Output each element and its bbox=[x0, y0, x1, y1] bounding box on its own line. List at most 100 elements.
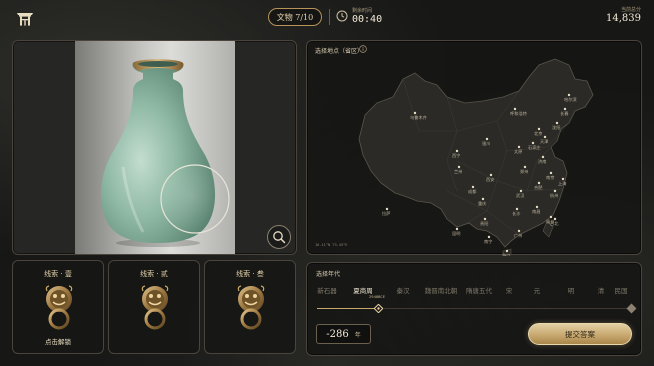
city-label: 西安 bbox=[486, 176, 494, 183]
era-option[interactable]: 秦汉 bbox=[397, 285, 410, 295]
clock-icon bbox=[336, 10, 348, 22]
city-dot[interactable] bbox=[563, 107, 567, 111]
timer-label: 剩余时间 bbox=[352, 8, 373, 14]
city-dot[interactable] bbox=[455, 227, 459, 231]
city-label: 兰州 bbox=[454, 168, 462, 174]
city-dot[interactable] bbox=[519, 189, 523, 193]
era-option[interactable]: 元 bbox=[534, 285, 541, 295]
map-coordinates: 16.11°N 73.45°E bbox=[315, 243, 348, 247]
era-selected-sub: 2940BCE bbox=[369, 294, 386, 299]
city-label: 台北 bbox=[550, 220, 559, 227]
era-slider-handle[interactable] bbox=[374, 304, 383, 313]
city-label: 石家庄 bbox=[528, 144, 541, 151]
era-timeline-labels: 新石器 夏商周 秦汉 魏晋南北朝 隋唐五代宋元明清民国 bbox=[315, 285, 635, 295]
era-option[interactable]: 魏晋南北朝 bbox=[425, 285, 458, 295]
city-label: 沈阳 bbox=[552, 124, 560, 131]
city-label: 乌鲁木齐 bbox=[410, 114, 428, 121]
city-dot[interactable] bbox=[549, 171, 553, 175]
city-label: 重庆 bbox=[478, 200, 487, 207]
city-label: 拉萨 bbox=[382, 210, 390, 217]
city-label: 广州 bbox=[514, 232, 522, 239]
city-label: 太原 bbox=[514, 148, 522, 155]
city-label: 昆明 bbox=[452, 231, 460, 237]
era-option[interactable]: 宋 bbox=[506, 285, 513, 295]
era-option[interactable]: 新石器 bbox=[317, 285, 337, 295]
lion-door-knocker-icon bbox=[140, 284, 170, 330]
celadon-vase-image bbox=[100, 59, 230, 247]
city-label: 成都 bbox=[468, 188, 477, 195]
city-dot[interactable] bbox=[543, 135, 547, 139]
city-label: 长沙 bbox=[512, 210, 521, 217]
unlock-label[interactable]: 点击解锁 bbox=[13, 336, 103, 346]
clue-title: 线索 · 壹 bbox=[44, 270, 72, 278]
city-dot[interactable] bbox=[483, 217, 487, 221]
city-dot[interactable] bbox=[485, 137, 489, 141]
header-divider bbox=[329, 9, 330, 25]
city-dot[interactable] bbox=[541, 155, 545, 159]
clue-card-3[interactable]: 线索 · 叁 bbox=[204, 260, 296, 354]
timer-value: 00:40 bbox=[352, 14, 383, 25]
city-dot[interactable] bbox=[455, 149, 459, 153]
city-label: 北京 bbox=[534, 130, 542, 137]
city-dot[interactable] bbox=[517, 145, 521, 149]
city-dot[interactable] bbox=[515, 207, 519, 211]
map-panel: 选择地点（省区） 乌鲁木齐 拉萨 西宁 兰州 银川 呼和浩特 哈尔滨 长春 沈阳 北京 天津 石家庄太… bbox=[306, 40, 643, 256]
city-dot[interactable] bbox=[413, 111, 417, 115]
city-dot[interactable] bbox=[513, 107, 517, 111]
city-dot[interactable] bbox=[537, 181, 541, 185]
city-dot[interactable] bbox=[523, 165, 527, 169]
city-dot[interactable] bbox=[531, 141, 535, 145]
era-slider-fill bbox=[317, 308, 379, 309]
city-dot[interactable] bbox=[553, 189, 557, 193]
zoom-button[interactable] bbox=[267, 225, 291, 249]
submit-answer-button[interactable]: 提交答案 bbox=[528, 323, 632, 345]
temple-gate-icon bbox=[17, 13, 33, 26]
city-dot[interactable] bbox=[553, 217, 557, 221]
era-option[interactable]: 民国 bbox=[615, 285, 628, 295]
city-label: 南宁 bbox=[484, 238, 492, 244]
era-option[interactable]: 明 bbox=[568, 285, 575, 295]
city-dot[interactable] bbox=[537, 127, 541, 131]
city-label: 长春 bbox=[560, 110, 569, 117]
artifact-counter: 文物 7/10 bbox=[268, 8, 322, 26]
year-unit: 年 bbox=[354, 331, 361, 339]
city-dot[interactable] bbox=[535, 205, 539, 209]
era-option[interactable]: 隋唐五代 bbox=[466, 285, 492, 295]
city-dot[interactable] bbox=[487, 235, 491, 239]
china-map[interactable]: 乌鲁木齐拉萨 西宁兰州 银川 呼和浩特 哈尔滨长春沈阳北京天津石家庄太原济南郑州西安成都… bbox=[307, 51, 643, 256]
era-title: 选择年代 bbox=[316, 271, 341, 278]
era-option[interactable]: 清 bbox=[598, 285, 605, 295]
era-panel: 选择年代 新石器 夏商周 秦汉 魏晋南北朝 隋唐五代宋元明清民国 2940BCE -28… bbox=[306, 262, 642, 356]
city-dot[interactable] bbox=[567, 93, 571, 97]
city-dot[interactable] bbox=[385, 207, 389, 211]
city-label: 合肥 bbox=[534, 184, 543, 191]
city-label: 南京 bbox=[546, 174, 554, 181]
city-label: 济南 bbox=[538, 158, 546, 165]
era-slider-end bbox=[626, 303, 637, 314]
city-label: 银川 bbox=[482, 140, 490, 147]
city-dot[interactable] bbox=[471, 185, 475, 189]
city-dot[interactable] bbox=[561, 177, 565, 181]
city-label: 武汉 bbox=[516, 192, 525, 199]
clue-card-1[interactable]: 线索 · 壹 点击解锁 bbox=[12, 260, 104, 354]
city-label: 郑州 bbox=[520, 168, 528, 175]
year-input[interactable]: -286 年 bbox=[316, 324, 371, 344]
china-map-outline[interactable] bbox=[358, 58, 594, 248]
city-label: 哈尔滨 bbox=[564, 96, 577, 103]
city-dot[interactable] bbox=[517, 229, 521, 233]
city-dot[interactable] bbox=[555, 121, 559, 125]
city-dot[interactable] bbox=[489, 173, 493, 177]
city-dot[interactable] bbox=[457, 165, 461, 169]
magnifier-icon bbox=[273, 231, 286, 244]
artifact-panel bbox=[12, 40, 297, 255]
city-dot[interactable] bbox=[481, 197, 485, 201]
score-value: 14,839 bbox=[606, 13, 641, 24]
lion-door-knocker-icon bbox=[44, 284, 74, 330]
city-dot[interactable] bbox=[549, 215, 553, 219]
city-label: 南昌 bbox=[532, 208, 540, 215]
city-label: 海口 bbox=[502, 252, 510, 256]
city-dot[interactable] bbox=[505, 249, 509, 253]
city-label: 杭州 bbox=[550, 192, 558, 199]
clue-card-2[interactable]: 线索 · 贰 bbox=[108, 260, 200, 354]
city-label: 上海 bbox=[558, 180, 567, 187]
